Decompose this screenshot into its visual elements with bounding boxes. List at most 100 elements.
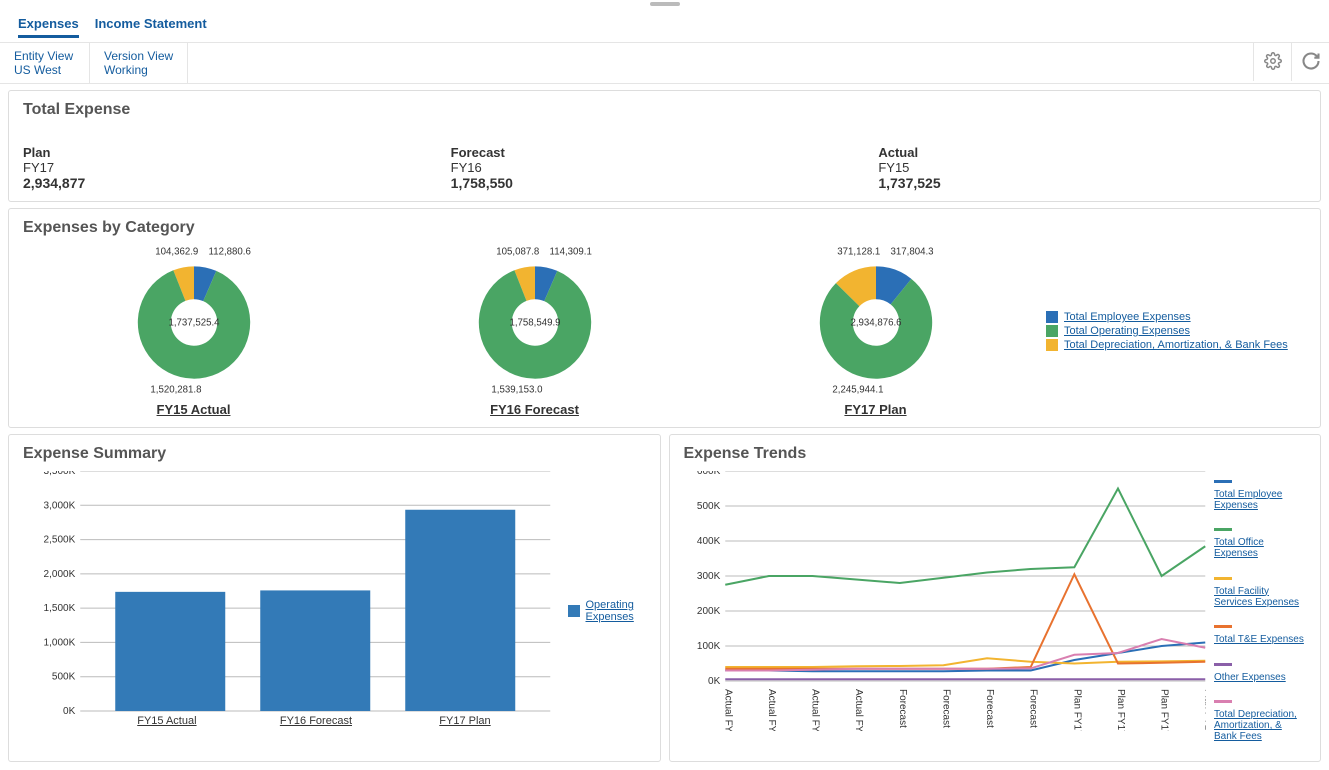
svg-text:300K: 300K: [696, 571, 720, 582]
bar-x-label: FY17 Plan: [439, 715, 490, 727]
pov-version[interactable]: Version View Working: [90, 43, 188, 83]
svg-text:2,245,944.1: 2,245,944.1: [832, 384, 883, 395]
svg-text:500K: 500K: [52, 672, 76, 683]
legend-label: Total Depreciation, Amortization, & Bank…: [1064, 339, 1288, 351]
svg-text:600K: 600K: [696, 471, 720, 477]
donut-chart[interactable]: 1,737,525.4104,362.9112,880.61,520,281.8…: [23, 245, 364, 417]
legend-item[interactable]: Total T&E Expenses: [1214, 625, 1306, 645]
svg-text:Forecast FY16 Q3: Forecast FY16 Q3: [984, 689, 995, 731]
legend-swatch: [1046, 311, 1058, 323]
svg-text:1,758,549.9: 1,758,549.9: [509, 317, 560, 328]
legend-swatch: [1046, 325, 1058, 337]
legend-label: Total T&E Expenses: [1214, 634, 1304, 645]
pov-entity-label: Entity View: [14, 49, 75, 63]
tab-expenses[interactable]: Expenses: [18, 12, 79, 38]
svg-text:Actual FY15 Q2: Actual FY15 Q2: [765, 689, 776, 731]
svg-text:200K: 200K: [696, 606, 720, 617]
metric-value: 1,758,550: [451, 175, 879, 191]
svg-text:Actual FY15 Q1: Actual FY15 Q1: [722, 689, 733, 731]
legend-swatch: [1214, 700, 1232, 703]
total-expense-card: Total Expense PlanFY172,934,877ForecastF…: [8, 90, 1321, 202]
donut-legend: Total Employee Expenses Total Operating E…: [1046, 309, 1306, 353]
legend-item[interactable]: Total Employee Expenses: [1046, 311, 1306, 323]
svg-text:1,500K: 1,500K: [44, 603, 76, 614]
legend-label: Other Expenses: [1214, 672, 1286, 683]
bar-legend[interactable]: Operating Expenses: [558, 599, 646, 623]
legend-swatch: [1214, 625, 1232, 628]
legend-label: Total Facility Services Expenses: [1214, 586, 1306, 608]
pov-entity[interactable]: Entity View US West: [0, 43, 90, 83]
legend-swatch: [1046, 339, 1058, 351]
expense-summary-title: Expense Summary: [23, 445, 646, 463]
legend-item[interactable]: Total Operating Expenses: [1046, 325, 1306, 337]
bar-x-label: FY15 Actual: [137, 715, 196, 727]
svg-text:Plan FY17 Q2: Plan FY17 Q2: [1114, 689, 1125, 731]
donut-chart[interactable]: 1,758,549.9105,087.8114,309.11,539,153.0…: [364, 245, 705, 417]
svg-text:Actual FY15 Q4: Actual FY15 Q4: [853, 689, 864, 731]
pov-entity-value: US West: [14, 63, 75, 77]
svg-text:Actual FY15 Q3: Actual FY15 Q3: [809, 689, 820, 731]
svg-text:1,737,525.4: 1,737,525.4: [168, 317, 220, 328]
pov-version-label: Version View: [104, 49, 173, 63]
donut-chart[interactable]: 2,934,876.6 371,128.1 317,804.3 2,245,944.1…: [705, 245, 1046, 417]
metric-fy: FY17: [23, 160, 451, 175]
metric-fy: FY16: [451, 160, 879, 175]
svg-text:Forecast FY16 Q4: Forecast FY16 Q4: [1027, 689, 1038, 731]
svg-text:3,000K: 3,000K: [44, 500, 76, 511]
svg-text:2,934,876.6: 2,934,876.6: [850, 317, 901, 328]
svg-text:105,087.8: 105,087.8: [496, 247, 539, 258]
legend-label: Total Depreciation, Amortization, & Bank…: [1214, 709, 1306, 742]
svg-text:1,000K: 1,000K: [44, 637, 76, 648]
svg-text:0K: 0K: [63, 706, 76, 717]
donut-title: FY16 Forecast: [490, 402, 579, 417]
legend-item[interactable]: Other Expenses: [1214, 663, 1306, 683]
metric-label: Forecast: [451, 145, 879, 160]
bar-x-label: FY16 Forecast: [280, 715, 352, 727]
svg-text:Plan FY17 Q4: Plan FY17 Q4: [1202, 689, 1206, 731]
metric-value: 1,737,525: [878, 175, 1306, 191]
svg-text:114,309.1: 114,309.1: [549, 247, 591, 258]
donut-title: FY17 Plan: [844, 402, 906, 417]
legend-label: Total Employee Expenses: [1214, 489, 1306, 511]
legend-item[interactable]: Total Facility Services Expenses: [1214, 577, 1306, 608]
pov-bar: Entity View US West Version View Working: [0, 43, 1329, 84]
legend-label: Total Operating Expenses: [1064, 325, 1190, 337]
legend-item[interactable]: Total Depreciation, Amortization, & Bank…: [1046, 339, 1306, 351]
legend-swatch: [1214, 480, 1232, 483]
expenses-by-category-title: Expenses by Category: [23, 219, 1306, 237]
line-chart-area[interactable]: 0K100K200K300K400K500K600KActual FY15 Q1…: [684, 471, 1207, 751]
refresh-button[interactable]: [1291, 43, 1329, 81]
svg-text:104,362.9: 104,362.9: [155, 247, 198, 258]
expense-trends-card: Expense Trends 0K100K200K300K400K500K600…: [669, 434, 1322, 762]
legend-item[interactable]: Total Employee Expenses: [1214, 480, 1306, 511]
tab-income-statement[interactable]: Income Statement: [95, 12, 207, 38]
svg-text:2,000K: 2,000K: [44, 569, 76, 580]
legend-label: Total Office Expenses: [1214, 537, 1306, 559]
legend-item[interactable]: Total Depreciation, Amortization, & Bank…: [1214, 700, 1306, 742]
pov-version-value: Working: [104, 63, 173, 77]
svg-text:371,128.1: 371,128.1: [837, 247, 880, 258]
drag-handle[interactable]: [0, 0, 1329, 8]
legend-swatch: [1214, 528, 1232, 531]
expenses-by-category-card: Expenses by Category 1,737,525.4 104,362.…: [8, 208, 1321, 428]
svg-text:317,804.3: 317,804.3: [890, 247, 933, 258]
metric-label: Actual: [878, 145, 1306, 160]
settings-button[interactable]: [1253, 43, 1291, 81]
svg-text:Plan FY17 Q3: Plan FY17 Q3: [1158, 689, 1169, 731]
legend-swatch: [1214, 577, 1232, 580]
legend-swatch: [568, 605, 580, 617]
expense-trends-title: Expense Trends: [684, 445, 1307, 463]
legend-swatch: [1214, 663, 1232, 666]
bar-chart-area[interactable]: 0K500K1,000K1,500K2,000K2,500K3,000K3,50…: [23, 471, 558, 751]
svg-text:112,880.6: 112,880.6: [208, 247, 250, 258]
svg-text:100K: 100K: [696, 641, 720, 652]
legend-item[interactable]: Total Office Expenses: [1214, 528, 1306, 559]
svg-text:Forecast FY16 Q1: Forecast FY16 Q1: [896, 689, 907, 731]
total-expense-item: ActualFY151,737,525: [878, 145, 1306, 191]
svg-text:500K: 500K: [696, 501, 720, 512]
metric-value: 2,934,877: [23, 175, 451, 191]
tabs: Expenses Income Statement: [0, 8, 1329, 43]
svg-text:Forecast FY16 Q2: Forecast FY16 Q2: [940, 689, 951, 731]
svg-text:400K: 400K: [696, 536, 720, 547]
legend-label: Operating Expenses: [586, 599, 646, 623]
